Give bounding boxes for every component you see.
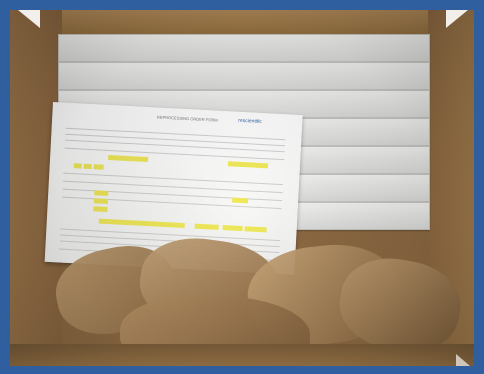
form-title: REPROCESSING ORDER FORM	[156, 114, 218, 123]
company-logo: rescientific	[238, 117, 263, 125]
form-highlight	[93, 164, 104, 170]
form-highlight	[83, 163, 92, 170]
product-box	[58, 62, 430, 90]
corner-light	[456, 354, 470, 366]
form-highlight	[98, 218, 185, 229]
corner-light	[18, 10, 40, 28]
box-flap-bottom	[10, 344, 474, 366]
form-highlight	[93, 206, 108, 212]
form-highlight	[231, 197, 249, 204]
form-highlight	[94, 190, 109, 197]
form-line	[65, 133, 286, 147]
form-highlight	[244, 226, 267, 233]
form-highlight	[108, 154, 149, 163]
form-highlight	[222, 225, 243, 232]
form-highlight	[227, 161, 269, 169]
product-box	[58, 34, 430, 62]
photo-frame: REPROCESSING ORDER FORM rescientific	[0, 0, 484, 374]
form-highlight	[93, 198, 108, 205]
corner-light	[446, 10, 468, 28]
form-highlight	[73, 163, 82, 169]
box-photo: REPROCESSING ORDER FORM rescientific	[10, 10, 474, 366]
form-highlight	[194, 223, 219, 230]
box-flap-top	[40, 10, 450, 36]
